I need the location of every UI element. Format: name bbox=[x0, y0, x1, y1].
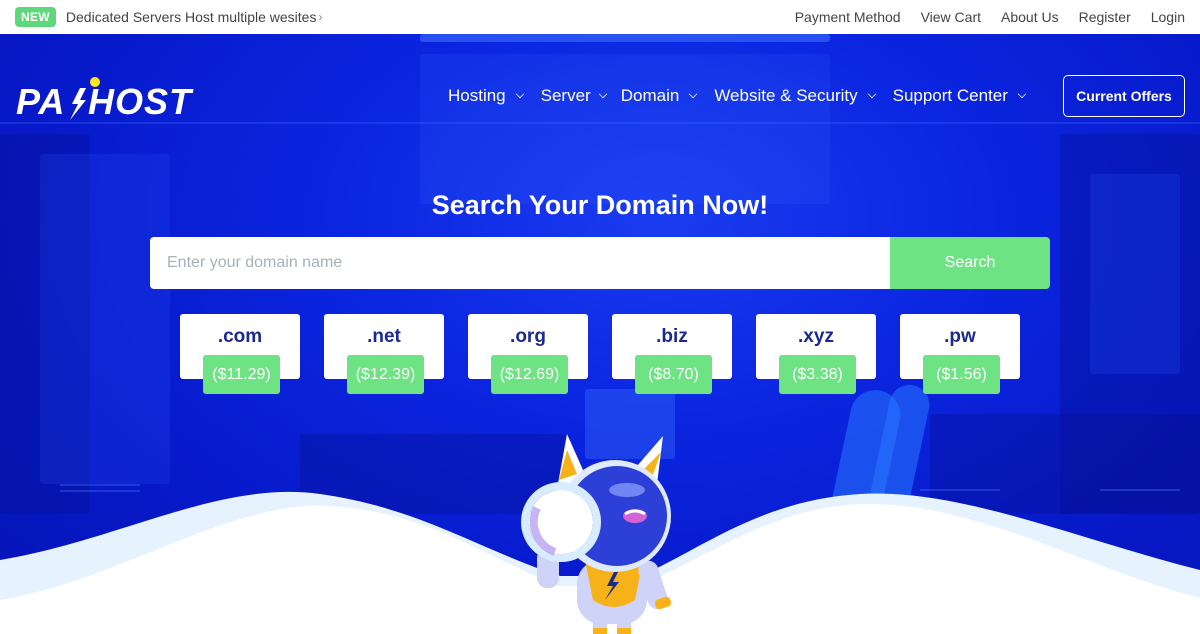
tld-extension: .pw bbox=[944, 326, 976, 347]
menu-label: Server bbox=[540, 86, 591, 105]
chevron-down-icon bbox=[515, 89, 524, 99]
announcement-link[interactable]: Dedicated Servers Host multiple wesites … bbox=[66, 9, 323, 25]
tld-price: ($12.39) bbox=[347, 355, 424, 394]
tld-card-net[interactable]: .net ($12.39) bbox=[324, 314, 444, 394]
tld-extension: .com bbox=[217, 326, 263, 347]
search-button[interactable]: Search bbox=[890, 237, 1050, 289]
tld-price: ($3.38) bbox=[779, 355, 856, 394]
tld-card-org[interactable]: .org ($12.69) bbox=[468, 314, 588, 394]
tld-extension: .net bbox=[367, 326, 401, 347]
chevron-down-icon bbox=[867, 89, 876, 99]
chevron-right-icon: › bbox=[318, 10, 323, 24]
announcement-bar: NEW Dedicated Servers Host multiple wesi… bbox=[0, 0, 1200, 34]
new-badge: NEW bbox=[15, 7, 56, 27]
menu-label: Website & Security bbox=[714, 86, 858, 105]
menu-item-server[interactable]: Server bbox=[541, 86, 621, 106]
tld-card-pw[interactable]: .pw ($1.56) bbox=[900, 314, 1020, 394]
current-offers-button[interactable]: Current Offers bbox=[1063, 75, 1185, 117]
main-nav: PA HOST Hosting Server Domain Website & … bbox=[0, 34, 1200, 154]
tld-card-com[interactable]: .com ($11.29) bbox=[180, 314, 300, 394]
svg-text:PA: PA bbox=[16, 81, 65, 122]
chevron-down-icon bbox=[598, 89, 607, 99]
menu-label: Domain bbox=[620, 86, 680, 105]
menu-label: Support Center bbox=[892, 86, 1008, 105]
astronaut-mascot bbox=[521, 434, 672, 634]
tld-price: ($1.56) bbox=[923, 355, 1000, 394]
announcement[interactable]: NEW Dedicated Servers Host multiple wesi… bbox=[15, 7, 322, 27]
primary-menu: Hosting Server Domain Website & Security… bbox=[448, 86, 1043, 106]
login-link[interactable]: Login bbox=[1151, 9, 1185, 25]
tld-price-list: .com ($11.29) .net ($12.39) .org ($12.69… bbox=[180, 314, 1020, 394]
domain-search-form: Search bbox=[150, 237, 1050, 289]
tld-card-xyz[interactable]: .xyz ($3.38) bbox=[756, 314, 876, 394]
chevron-down-icon bbox=[1017, 89, 1027, 99]
about-us-link[interactable]: About Us bbox=[1001, 9, 1059, 25]
hero-title: Search Your Domain Now! bbox=[431, 190, 769, 220]
menu-item-website-security[interactable]: Website & Security bbox=[714, 86, 892, 106]
announcement-text: Dedicated Servers Host multiple wesites bbox=[65, 9, 317, 25]
view-cart-link[interactable]: View Cart bbox=[921, 9, 981, 25]
tld-price: ($8.70) bbox=[635, 355, 712, 394]
menu-item-domain[interactable]: Domain bbox=[621, 86, 715, 106]
tld-card-biz[interactable]: .biz ($8.70) bbox=[612, 314, 732, 394]
chevron-down-icon bbox=[689, 89, 698, 99]
tld-extension: .biz bbox=[656, 326, 688, 347]
tld-price: ($11.29) bbox=[203, 355, 280, 394]
tld-price: ($12.69) bbox=[491, 355, 568, 394]
menu-item-hosting[interactable]: Hosting bbox=[448, 86, 541, 106]
tld-extension: .org bbox=[510, 326, 546, 347]
domain-search-input[interactable] bbox=[150, 237, 890, 289]
menu-label: Hosting bbox=[448, 86, 506, 105]
top-links: Payment Method View Cart About Us Regist… bbox=[795, 9, 1185, 25]
menu-item-support-center[interactable]: Support Center bbox=[893, 86, 1043, 106]
payment-method-link[interactable]: Payment Method bbox=[795, 9, 901, 25]
lightning-icon bbox=[70, 88, 86, 120]
tld-extension: .xyz bbox=[798, 326, 834, 347]
register-link[interactable]: Register bbox=[1079, 9, 1131, 25]
svg-text:HOST: HOST bbox=[88, 81, 194, 122]
pahost-logo[interactable]: PA HOST bbox=[16, 74, 216, 124]
